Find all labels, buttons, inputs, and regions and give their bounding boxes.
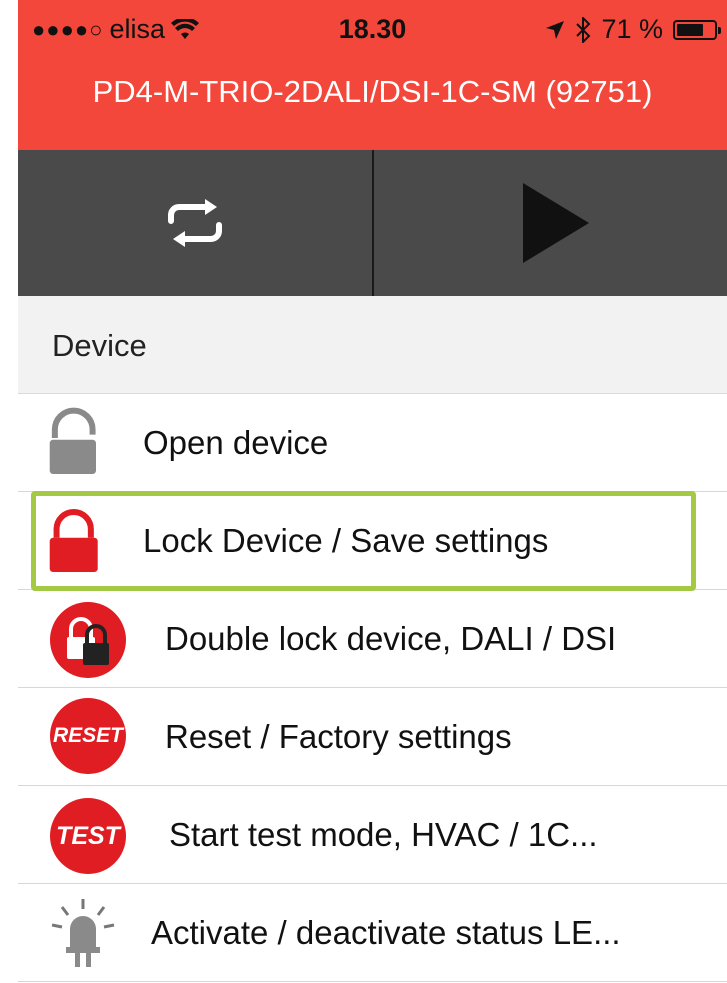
menu-item-reset[interactable]: RESET Reset / Factory settings	[18, 688, 727, 786]
sync-button[interactable]	[18, 150, 372, 296]
menu-item-double-lock[interactable]: Double lock device, DALI / DSI	[18, 590, 727, 688]
status-bar: ●●●●○ elisa 18.30 71 %	[18, 0, 727, 62]
section-title: Device	[52, 328, 147, 363]
toolbar	[18, 150, 727, 296]
menu-item-status-led[interactable]: Activate / deactivate status LE...	[18, 884, 727, 982]
menu-item-label: Open device	[143, 424, 329, 461]
battery-icon	[673, 19, 721, 40]
play-icon	[523, 183, 590, 263]
bluetooth-icon	[576, 16, 591, 43]
battery-level	[677, 23, 703, 36]
location-arrow-icon	[546, 20, 565, 39]
menu-item-lock-device[interactable]: Lock Device / Save settings	[18, 492, 727, 590]
play-button[interactable]	[371, 150, 727, 296]
repeat-icon	[167, 199, 222, 247]
menu-item-open-device[interactable]: Open device	[18, 394, 727, 492]
reset-badge-text: RESET	[52, 724, 123, 747]
test-badge-text: TEST	[56, 821, 120, 850]
unlocked-padlock-icon	[49, 407, 96, 474]
battery-percent: 71 %	[601, 14, 663, 44]
menu-item-label: Activate / deactivate status LE...	[151, 914, 621, 951]
status-right: 71 %	[545, 14, 721, 45]
test-badge-icon: TEST	[50, 798, 126, 874]
screen: ●●●●○ elisa 18.30 71 % PD4-M-TRIO-2DALI/…	[0, 0, 727, 983]
section-header: Device	[18, 296, 727, 394]
menu-item-label: Reset / Factory settings	[165, 718, 512, 755]
top-bar: ●●●●○ elisa 18.30 71 % PD4-M-TRIO-2DALI/…	[18, 0, 727, 150]
device-menu-list: Open device Lock Device / Save settings …	[18, 394, 727, 982]
device-title: PD4-M-TRIO-2DALI/DSI-1C-SM (92751)	[92, 74, 653, 109]
reset-badge-icon: RESET	[50, 698, 126, 774]
menu-item-label: Lock Device / Save settings	[143, 522, 549, 559]
status-led-icon	[51, 899, 115, 967]
locked-padlock-icon	[49, 509, 98, 572]
menu-item-label: Double lock device, DALI / DSI	[165, 620, 617, 657]
menu-item-label: Start test mode, HVAC / 1C...	[169, 816, 598, 853]
menu-item-test-mode[interactable]: TEST Start test mode, HVAC / 1C...	[18, 786, 727, 884]
double-lock-icon	[50, 602, 126, 678]
